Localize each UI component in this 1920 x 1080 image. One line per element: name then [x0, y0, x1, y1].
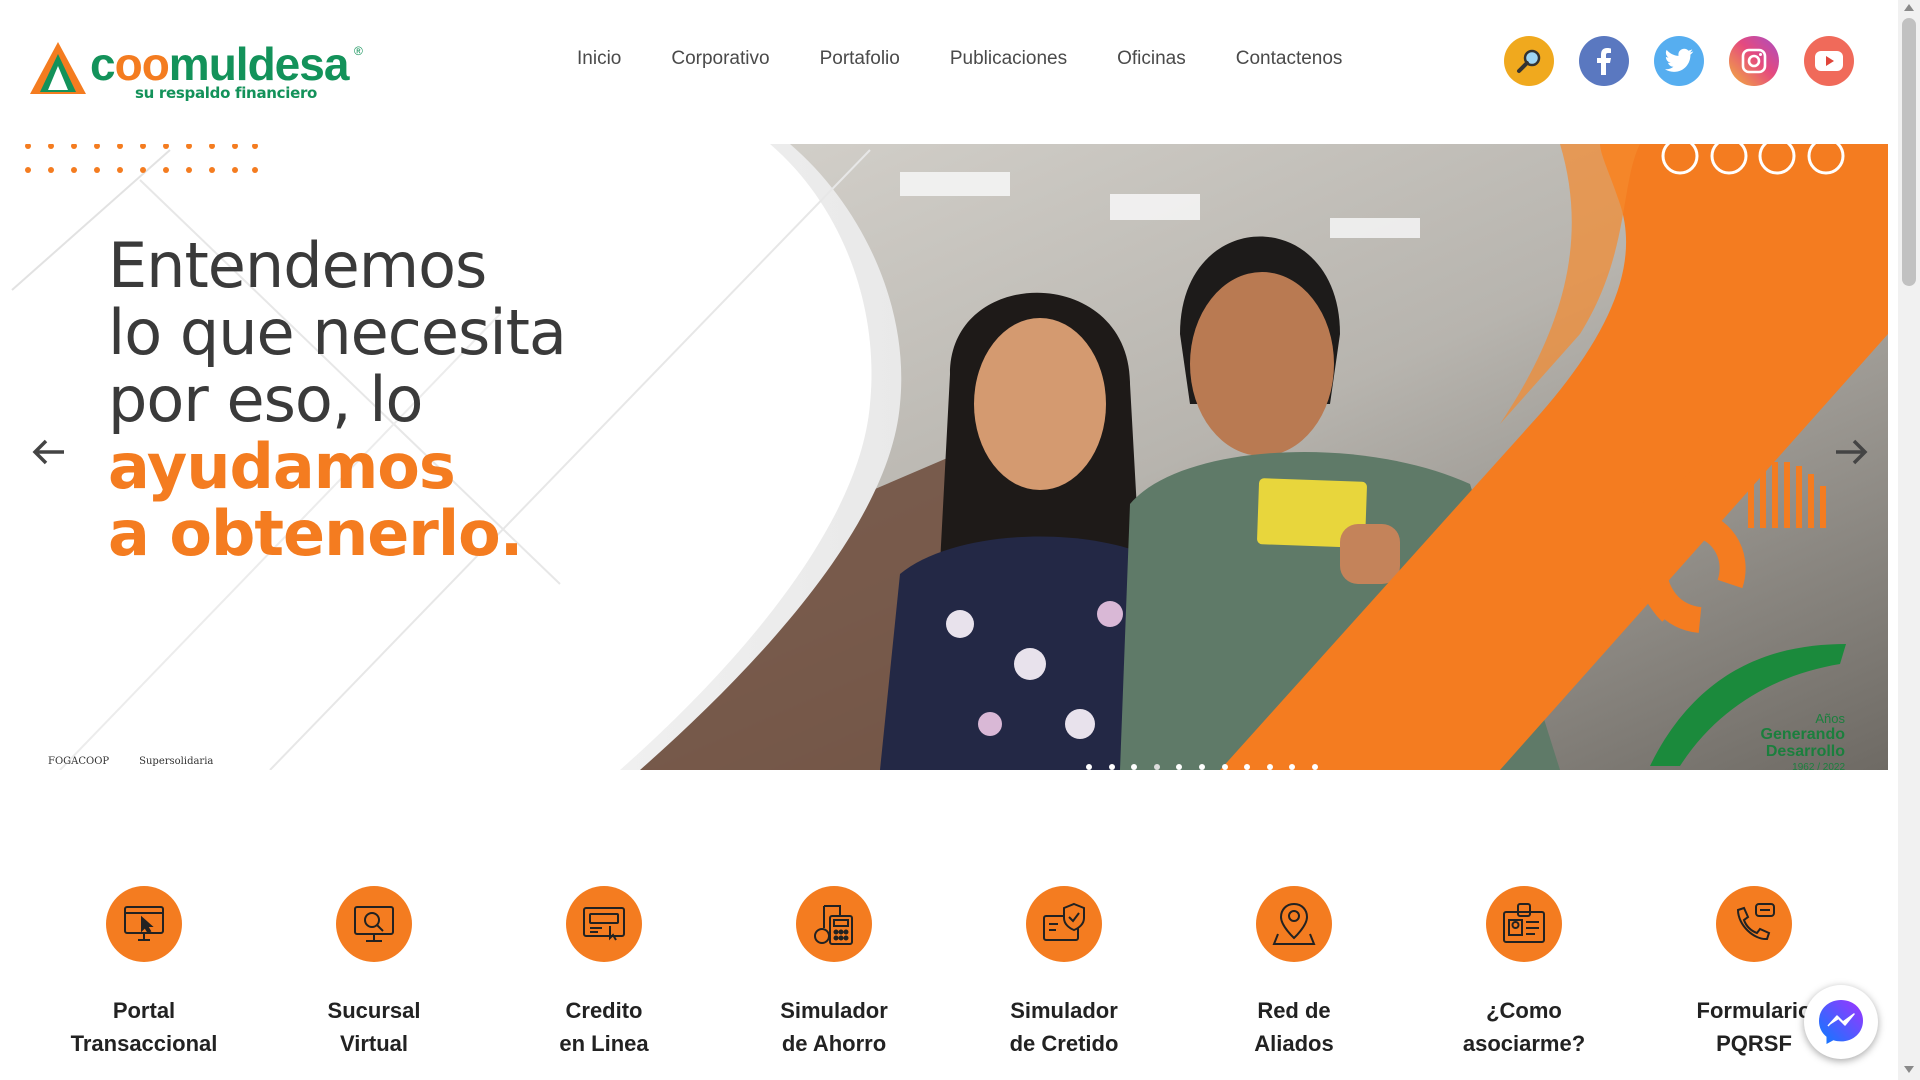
headline-line-1: Entendemos	[108, 229, 487, 302]
page-scrollbar[interactable]	[1898, 0, 1920, 1080]
anniversary-label-1: Años	[1815, 711, 1845, 726]
quick-link-como-asociarme[interactable]: ¿Como asociarme?	[1414, 886, 1634, 1060]
coomuldesa-logo[interactable]: coomuldesa ® su respaldo financiero	[28, 36, 368, 106]
slider-dot[interactable]	[1289, 764, 1296, 770]
search-button[interactable]	[1504, 36, 1554, 86]
pqrsf-icon-wrap	[1716, 886, 1792, 962]
hero-headline: Entendemos lo que necesita por eso, lo a…	[108, 229, 567, 570]
twitter-button[interactable]	[1654, 36, 1704, 86]
facebook-button[interactable]	[1579, 36, 1629, 86]
sucursal-icon-wrap	[336, 886, 412, 962]
quick-link-label: Sucursal Virtual	[327, 998, 421, 1056]
quick-link-label: Credito en Linea	[559, 998, 649, 1056]
nav-contactenos[interactable]: Contactenos	[1236, 48, 1343, 70]
anniversary-years: 1962 / 2022	[1792, 762, 1845, 770]
hero-slider: Entendemos lo que necesita por eso, lo a…	[0, 144, 1888, 770]
search-icon	[1517, 49, 1541, 73]
slider-dot[interactable]	[1221, 764, 1228, 770]
slider-pagination	[1086, 764, 1335, 770]
headline-line-5: a obtenerlo.	[108, 497, 523, 570]
aliados-icon-wrap	[1256, 886, 1332, 962]
quick-link-sucursal-virtual[interactable]: Sucursal Virtual	[264, 886, 484, 1060]
scroll-up-arrow-icon[interactable]	[1904, 4, 1914, 11]
logo-tagline: su respaldo financiero	[135, 84, 318, 102]
youtube-icon	[1815, 51, 1843, 71]
quick-link-label: Red de Aliados	[1254, 998, 1334, 1056]
anniversary-label-3: Desarrollo	[1765, 743, 1845, 760]
headline-line-4: ayudamos	[108, 430, 456, 503]
quick-link-label: Portal Transaccional	[70, 998, 218, 1056]
facebook-icon	[1597, 48, 1611, 75]
quick-link-portal-transaccional[interactable]: Portal Transaccional	[34, 886, 254, 1060]
quick-link-label: Simulador de Cretido	[1009, 998, 1119, 1056]
phone-chat-icon	[1736, 903, 1775, 941]
slider-dot[interactable]	[1198, 764, 1205, 770]
quick-links: Portal Transaccional Sucursal Virtual Cred…	[0, 860, 1888, 1080]
slider-dot[interactable]	[1266, 764, 1273, 770]
instagram-button[interactable]	[1729, 36, 1779, 86]
ahorro-icon-wrap	[796, 886, 872, 962]
quick-link-label: Simulador de Ahorro	[780, 998, 888, 1056]
nav-inicio[interactable]: Inicio	[577, 48, 621, 70]
quick-link-credito-en-linea[interactable]: Credito en Linea	[494, 886, 714, 1060]
nav-portafolio[interactable]: Portafolio	[820, 48, 900, 70]
nav-publicaciones[interactable]: Publicaciones	[950, 48, 1067, 70]
supersolidaria-logo: Supersolidaria	[139, 756, 214, 767]
main-nav: Inicio Corporativo Portafolio Publicacio…	[577, 48, 1392, 70]
youtube-button[interactable]	[1804, 36, 1854, 86]
quick-link-simulador-ahorro[interactable]: Simulador de Ahorro	[724, 886, 944, 1060]
scroll-down-arrow-icon[interactable]	[1904, 1066, 1914, 1073]
map-pin-icon	[1272, 902, 1316, 945]
headline-line-3: por eso, lo	[108, 363, 423, 436]
headline-line-2: lo que necesita	[108, 296, 567, 369]
twitter-icon	[1665, 48, 1694, 72]
portal-icon-wrap	[106, 886, 182, 962]
shield-check-card-icon	[1043, 902, 1085, 941]
quick-link-red-aliados[interactable]: Red de Aliados	[1184, 886, 1404, 1060]
slider-dot[interactable]	[1108, 764, 1115, 770]
slider-dot[interactable]	[1153, 764, 1160, 770]
nav-oficinas[interactable]: Oficinas	[1117, 48, 1186, 70]
slider-dot[interactable]	[1244, 764, 1251, 770]
monitor-search-icon	[354, 906, 394, 942]
slider-dot[interactable]	[1131, 764, 1138, 770]
slider-dot[interactable]	[1176, 764, 1183, 770]
credito-icon-wrap	[566, 886, 642, 962]
anniversary-text: Años Generando Desarrollo 1962 / 2022	[1740, 711, 1845, 770]
scroll-thumb[interactable]	[1902, 18, 1916, 286]
slider-dot[interactable]	[1311, 764, 1318, 770]
quick-link-simulador-credito[interactable]: Simulador de Cretido	[954, 886, 1174, 1060]
fogacoop-logo: FOGACOOP	[48, 756, 110, 767]
quick-link-label: ¿Como asociarme?	[1462, 998, 1586, 1056]
messenger-chat-button[interactable]	[1804, 985, 1878, 1059]
instagram-icon	[1741, 48, 1767, 74]
slider-next-arrow-icon[interactable]	[1828, 430, 1872, 474]
credit-card-icon	[583, 907, 625, 941]
anniversary-label-2: Generando	[1760, 726, 1845, 743]
asociarme-icon-wrap	[1486, 886, 1562, 962]
cretido-icon-wrap	[1026, 886, 1102, 962]
regulator-logos: FOGACOOP Supersolidaria	[48, 756, 213, 767]
slider-prev-arrow-icon[interactable]	[28, 430, 72, 474]
slider-dot[interactable]	[1086, 764, 1092, 770]
calculator-coins-icon	[814, 905, 853, 945]
logo-triangle-icon	[30, 42, 86, 94]
site-header: coomuldesa ® su respaldo financiero Inic…	[0, 0, 1888, 144]
nav-corporativo[interactable]: Corporativo	[671, 48, 769, 70]
id-card-icon	[1503, 903, 1545, 943]
registered-mark: ®	[354, 44, 363, 58]
messenger-icon	[1819, 1000, 1863, 1044]
computer-click-icon	[124, 906, 164, 941]
